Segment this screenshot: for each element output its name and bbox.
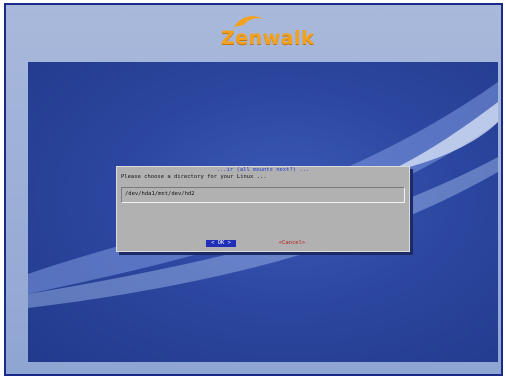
dialog-title: ...ir (all mounts next?) ... xyxy=(216,167,310,173)
directory-input[interactable]: /dev/hda1/mnt/dev/hd2 xyxy=(121,187,405,203)
dialog-message: Please choose a directory for your Linux… xyxy=(121,174,267,180)
brand-name: Zenwalk xyxy=(221,27,315,49)
cancel-button[interactable]: <Cancel> xyxy=(277,240,307,247)
installer-screen: Zenwalk ...ir (all mounts next?) ... Ple… xyxy=(4,3,503,376)
ok-button[interactable]: < OK > xyxy=(206,240,236,247)
dialog-box: ...ir (all mounts next?) ... Please choo… xyxy=(116,166,410,252)
zenwalk-logo: Zenwalk xyxy=(218,13,328,53)
